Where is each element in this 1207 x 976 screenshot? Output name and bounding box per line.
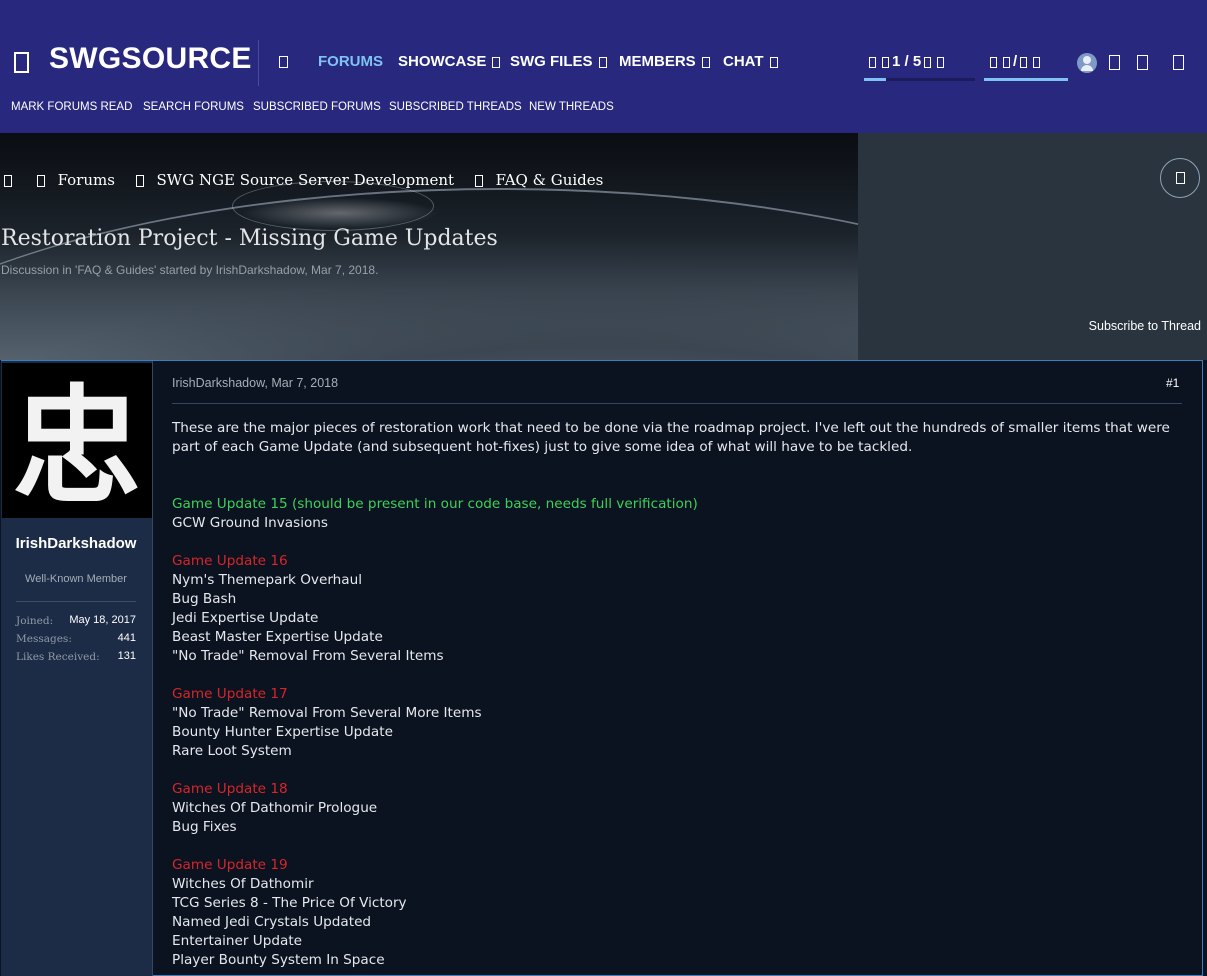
post-meta[interactable]: IrishDarkshadow, Mar 7, 2018 bbox=[172, 376, 338, 390]
user-avatar[interactable]: 忠 bbox=[2, 363, 152, 518]
stat-messages-value[interactable]: 441 bbox=[118, 632, 136, 644]
subnav-subscribed-forums[interactable]: SUBSCRIBED FORUMS bbox=[253, 101, 381, 113]
nav-label: CHAT bbox=[723, 53, 764, 70]
stat-messages-label: Messages: bbox=[16, 633, 72, 645]
logo-icon bbox=[14, 52, 29, 73]
breadcrumb-swg-nge[interactable]: SWG NGE Source Server Development bbox=[157, 171, 455, 189]
conversations-count: / bbox=[1013, 53, 1018, 70]
list-item: "No Trade" Removal From Several More Ite… bbox=[172, 705, 482, 721]
plus-icon bbox=[1176, 172, 1185, 184]
nav-members[interactable]: MEMBERS bbox=[619, 53, 710, 70]
nav-swg-files[interactable]: SWG FILES bbox=[510, 53, 607, 70]
chevron-down-icon bbox=[769, 56, 778, 68]
subnav-subscribed-threads[interactable]: SUBSCRIBED THREADS bbox=[389, 101, 522, 113]
nav-divider bbox=[258, 40, 259, 86]
thread-meta: Discussion in 'FAQ & Guides' started by … bbox=[1, 263, 379, 277]
mail-icon bbox=[990, 56, 997, 68]
home-icon[interactable] bbox=[4, 175, 12, 187]
conversations-underline bbox=[984, 78, 1068, 81]
section-heading: Game Update 16 bbox=[172, 553, 288, 569]
chevron-down-icon bbox=[492, 56, 501, 68]
chevron-down-icon bbox=[1020, 56, 1028, 68]
username[interactable]: IrishDarkshadow bbox=[4, 534, 148, 554]
breadcrumb: Forums SWG NGE Source Server Development… bbox=[4, 171, 603, 189]
list-item: TCG Series 8 - The Price Of Victory bbox=[172, 895, 407, 911]
stat-likes-label: Likes Received: bbox=[16, 651, 100, 663]
bell-icon bbox=[882, 56, 889, 68]
menu-icon[interactable] bbox=[1173, 55, 1184, 70]
stat-joined-value: May 18, 2017 bbox=[69, 614, 136, 626]
thread-title: Restoration Project - Missing Game Updat… bbox=[1, 226, 498, 251]
section-heading: Game Update 15 (should be present in our… bbox=[172, 496, 698, 512]
subnav-mark-forums-read[interactable]: MARK FORUMS READ bbox=[11, 101, 132, 113]
alerts-count: 1 / 5 bbox=[892, 53, 922, 70]
stat-joined-label: Joined: bbox=[16, 615, 54, 627]
post-divider bbox=[172, 403, 1182, 404]
subscribe-to-thread-link[interactable]: Subscribe to Thread bbox=[1089, 319, 1201, 333]
chevron-down-icon bbox=[924, 56, 932, 68]
nav-label: SWG FILES bbox=[510, 53, 593, 70]
folder-icon bbox=[135, 175, 144, 187]
nav-forums[interactable]: FORUMS bbox=[318, 53, 383, 70]
list-item: Player Bounty System In Space bbox=[172, 952, 385, 968]
site-logo[interactable]: SWGSOURCE bbox=[49, 42, 252, 76]
list-item: Bug Fixes bbox=[172, 819, 237, 835]
bookmark-icon[interactable] bbox=[1137, 55, 1148, 70]
list-item: Entertainer Update bbox=[172, 933, 303, 949]
subnav-search-forums[interactable]: SEARCH FORUMS bbox=[143, 101, 244, 113]
avatar-glyph: 忠 bbox=[13, 372, 141, 518]
search-icon[interactable] bbox=[1109, 55, 1120, 70]
list-item: Witches Of Dathomir Prologue bbox=[172, 800, 378, 816]
alerts-underline bbox=[864, 78, 886, 81]
list-item: Beast Master Expertise Update bbox=[172, 629, 383, 645]
nav-label: MEMBERS bbox=[619, 53, 696, 70]
list-item: Bounty Hunter Expertise Update bbox=[172, 724, 393, 740]
avatar-calligraphy: 忠 bbox=[2, 363, 152, 518]
nav-label: FORUMS bbox=[318, 53, 383, 70]
post-number[interactable]: #1 bbox=[1166, 376, 1179, 390]
list-item: Witches Of Dathomir bbox=[172, 876, 314, 892]
mail-icon bbox=[1003, 56, 1010, 68]
stat-likes-value: 131 bbox=[117, 650, 136, 662]
list-item: "No Trade" Removal From Several Items bbox=[172, 648, 444, 664]
chevron-down-icon bbox=[937, 56, 945, 68]
post-body: These are the major pieces of restoratio… bbox=[172, 419, 1172, 970]
conversations-button[interactable]: / bbox=[987, 53, 1043, 70]
alerts-button[interactable]: 1 / 5 bbox=[866, 53, 947, 70]
list-item: Bug Bash bbox=[172, 591, 237, 607]
top-navigation: SWGSOURCE FORUMS SHOWCASE SWG FILES MEMB… bbox=[0, 0, 1207, 133]
breadcrumb-forums[interactable]: Forums bbox=[58, 171, 115, 189]
section-heading: Game Update 18 bbox=[172, 781, 288, 797]
list-item: Named Jedi Crystals Updated bbox=[172, 914, 372, 930]
list-item: Nym's Themepark Overhaul bbox=[172, 572, 363, 588]
folder-icon bbox=[474, 175, 483, 187]
nav-label: SHOWCASE bbox=[398, 53, 487, 70]
chevron-down-icon bbox=[598, 56, 607, 68]
nav-chat[interactable]: CHAT bbox=[723, 53, 778, 70]
list-item: Jedi Expertise Update bbox=[172, 610, 319, 626]
user-icon[interactable] bbox=[1077, 53, 1097, 73]
sidebar-divider bbox=[16, 601, 136, 602]
chevron-down-icon bbox=[1033, 56, 1041, 68]
alerts-track bbox=[886, 78, 975, 81]
nav-showcase[interactable]: SHOWCASE bbox=[398, 53, 501, 70]
section-heading: Game Update 19 bbox=[172, 857, 288, 873]
list-item: Rare Loot System bbox=[172, 743, 292, 759]
chevron-down-icon bbox=[701, 56, 710, 68]
folder-icon bbox=[36, 175, 45, 187]
subnav-new-threads[interactable]: NEW THREADS bbox=[529, 101, 614, 113]
bell-icon bbox=[869, 56, 876, 68]
user-title: Well-Known Member bbox=[25, 573, 127, 585]
list-item: GCW Ground Invasions bbox=[172, 515, 328, 531]
post-intro: These are the major pieces of restoratio… bbox=[172, 420, 1170, 455]
section-heading: Game Update 17 bbox=[172, 686, 288, 702]
thread-tools-button[interactable] bbox=[1160, 158, 1200, 198]
breadcrumb-faq-guides[interactable]: FAQ & Guides bbox=[496, 171, 604, 189]
home-icon[interactable] bbox=[279, 56, 288, 68]
